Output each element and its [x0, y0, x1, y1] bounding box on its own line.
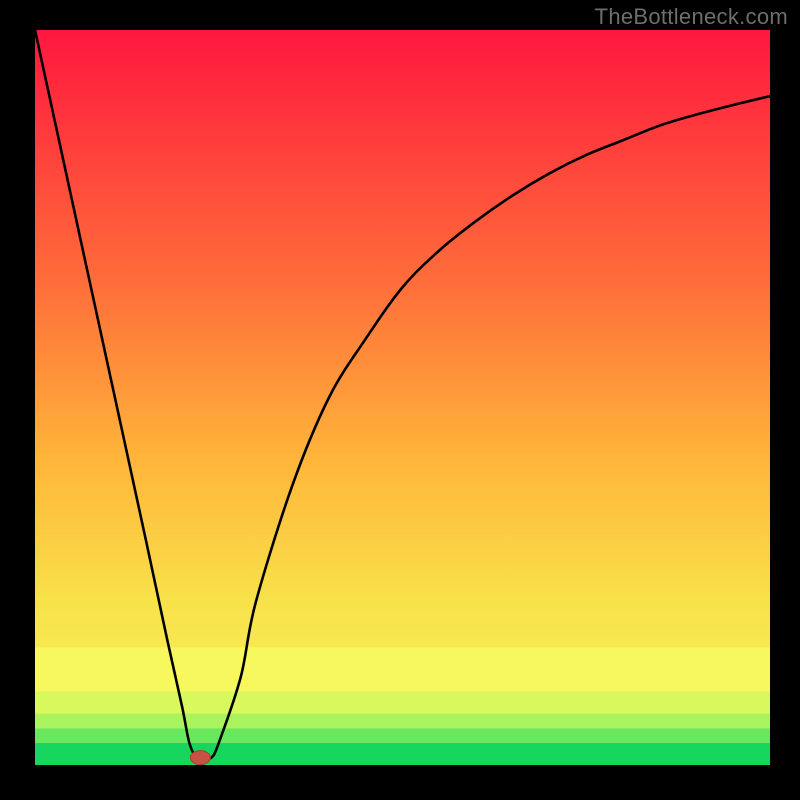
- optimal-point-marker: [190, 751, 210, 765]
- status-bands: [35, 647, 770, 765]
- chart-container: TheBottleneck.com: [0, 0, 800, 800]
- bottleneck-chart: [0, 0, 800, 800]
- watermark-text: TheBottleneck.com: [595, 4, 788, 30]
